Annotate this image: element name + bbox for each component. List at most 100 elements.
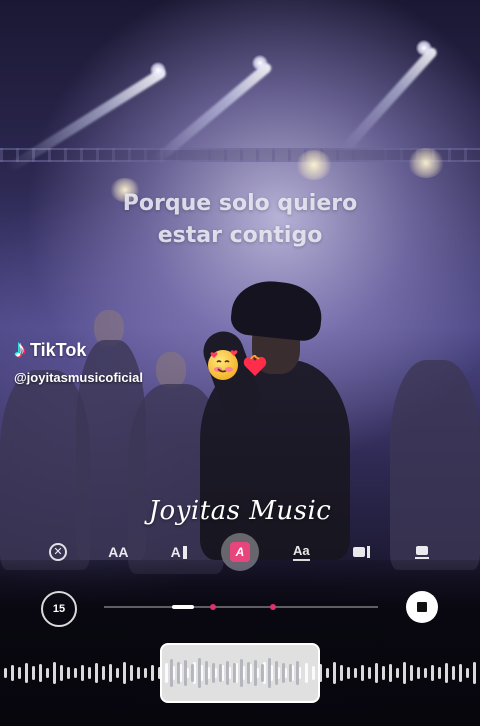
waveform-bar	[431, 665, 434, 681]
waveform-bar	[205, 661, 208, 685]
waveform-bar	[184, 660, 187, 686]
tiktok-logo-icon: ♪	[14, 336, 26, 363]
waveform-bar	[361, 665, 364, 681]
text-align-button[interactable]: A	[161, 534, 197, 570]
text-style-toolbar: ✕ AA A A Aa	[40, 533, 440, 571]
waveform-bar	[11, 665, 14, 681]
waveform-bar	[452, 666, 455, 680]
waveform-bar	[18, 667, 21, 679]
band-member-head	[156, 352, 186, 388]
waveform-bar	[74, 668, 77, 678]
waveform-bar	[151, 665, 154, 681]
waveform-bar	[275, 661, 278, 685]
waveform-bar	[233, 663, 236, 683]
lyrics-line-1: Porque solo quiero	[122, 191, 358, 216]
waveform-bar	[25, 663, 28, 683]
text-underline-icon: Aa	[293, 543, 310, 561]
text-style-button-active[interactable]: A	[220, 533, 259, 571]
text-align-icon: A	[171, 544, 187, 560]
stage-light	[416, 40, 432, 56]
waveform-bar	[333, 662, 336, 684]
layout-stack-button[interactable]	[404, 534, 440, 570]
tiktok-brand: TikTok	[30, 339, 87, 360]
waveform-bar	[130, 665, 133, 681]
waveform-bar	[123, 662, 126, 684]
clip-marker[interactable]	[270, 604, 276, 610]
waveform-bar	[382, 666, 385, 680]
smiling-face-with-hearts-icon	[208, 350, 238, 380]
waveform-bar	[459, 664, 462, 682]
waveform-bar	[46, 668, 49, 678]
waveform-bar	[177, 662, 180, 684]
lyrics-line-2: estar contigo	[157, 223, 323, 248]
tiktok-watermark: ♪ TikTok @joyitasmusicoficial	[14, 336, 143, 386]
waveform-bar	[198, 658, 201, 688]
waveform-bar	[403, 662, 406, 684]
stage-light	[150, 62, 166, 78]
stage-glow	[408, 148, 444, 178]
waveform-bar	[4, 668, 7, 678]
waveform-bar	[240, 659, 243, 687]
waveform-bar	[396, 668, 399, 678]
emoji-sticker[interactable]	[208, 350, 270, 380]
waveform-bar	[212, 663, 215, 683]
progress-track[interactable]	[104, 604, 378, 610]
waveform-bar	[296, 661, 299, 685]
text-size-button[interactable]: AA	[100, 534, 136, 570]
waveform-bar	[60, 665, 63, 681]
stage-light	[252, 55, 268, 71]
waveform-bar	[88, 667, 91, 679]
waveform-bar	[109, 664, 112, 682]
duration-timer-button[interactable]: 15	[41, 591, 77, 627]
stop-button[interactable]	[406, 591, 438, 623]
stop-icon	[417, 602, 427, 612]
waveform-bar	[445, 663, 448, 683]
lyrics-text[interactable]: Porque solo quiero estar contigo	[0, 188, 480, 252]
waveform-bar	[170, 659, 173, 687]
layout-stack-icon	[414, 545, 429, 559]
waveform-bar	[417, 667, 420, 679]
waveform-bar	[466, 668, 469, 678]
waveform-bar	[39, 664, 42, 682]
waveform-bar	[226, 661, 229, 685]
layout-side-button[interactable]	[344, 534, 380, 570]
clip-marker[interactable]	[210, 604, 216, 610]
text-style-active-icon: A	[229, 542, 250, 562]
tiktok-handle: @joyitasmusicoficial	[14, 370, 143, 385]
waveform-bar	[268, 658, 271, 688]
waveform-bar	[67, 667, 70, 679]
waveform-bar	[261, 664, 264, 682]
waveform-bar	[347, 667, 350, 679]
waveform-bar	[247, 662, 250, 684]
waveform-bar	[144, 668, 147, 678]
light-beam	[340, 45, 439, 153]
text-size-icon: AA	[108, 544, 129, 560]
text-underline-button[interactable]: Aa	[283, 534, 319, 570]
waveform-bar	[32, 666, 35, 680]
caption-text[interactable]: Joyitas Music	[0, 496, 480, 526]
waveform-bar	[116, 668, 119, 678]
waveform-bar	[53, 662, 56, 684]
close-style-button[interactable]: ✕	[40, 534, 76, 570]
waveform-bar	[282, 663, 285, 683]
waveform-bar	[326, 668, 329, 678]
waveform-bar	[191, 664, 194, 682]
waveform-bar	[438, 667, 441, 679]
waveform-bar	[95, 663, 98, 683]
waveform-bar	[389, 664, 392, 682]
heart-on-fire-icon	[240, 350, 270, 380]
progress-fill	[172, 605, 194, 609]
waveform-bar	[410, 665, 413, 681]
waveform-selection-window[interactable]	[160, 643, 320, 703]
waveform-bar	[473, 662, 476, 684]
waveform-bar	[368, 667, 371, 679]
waveform-bar	[340, 665, 343, 681]
waveform-bar	[254, 660, 257, 686]
waveform-bar	[102, 666, 105, 680]
cowboy-hat	[229, 277, 325, 343]
waveform-bar	[289, 664, 292, 682]
waveform-bar	[354, 668, 357, 678]
layout-side-icon	[353, 546, 371, 558]
waveform-bar	[219, 664, 222, 682]
waveform-bar	[81, 665, 84, 681]
